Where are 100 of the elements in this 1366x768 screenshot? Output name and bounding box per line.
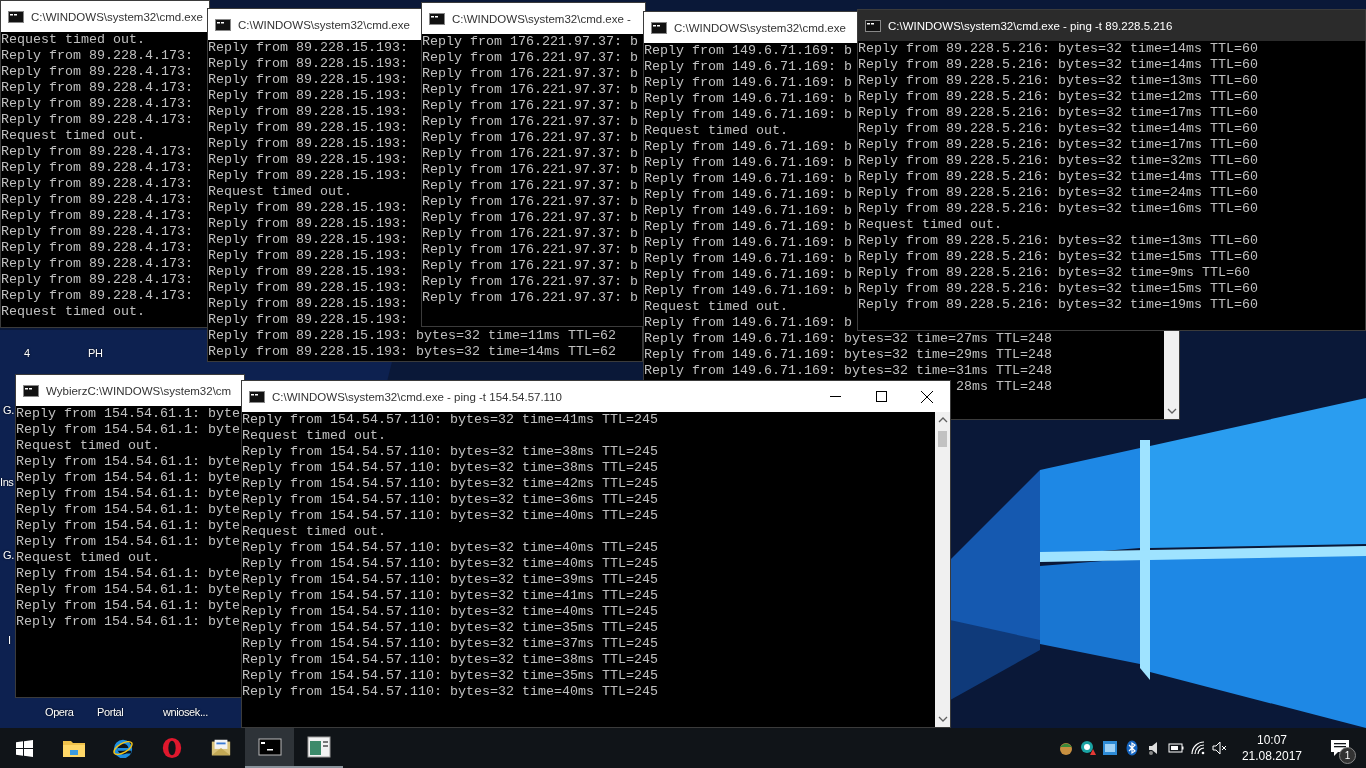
console-line: Reply from 176.221.97.37: b [422, 178, 638, 194]
console-line: Reply from 154.54.57.110: bytes=32 time=40ms TTL=245 [242, 684, 658, 700]
console-line: Reply from 89.228.4.173: [1, 96, 193, 112]
maximize-icon [875, 391, 887, 402]
console-line: Reply from 89.228.5.216: bytes=32 time=19ms TTL=60 [858, 297, 1258, 313]
console-line: Reply from 89.228.15.193: [208, 216, 408, 232]
scroll-down-icon[interactable] [1166, 408, 1177, 414]
console-line: Request timed out. [242, 524, 386, 540]
console-line: Reply from 154.54.57.110: bytes=32 time=38ms TTL=245 [242, 444, 658, 460]
console-line: Reply from 89.228.15.193: [208, 200, 408, 216]
console-line: Reply from 89.228.15.193: bytes=32 time=14ms TTL=62 [208, 344, 616, 360]
scrollbar[interactable] [1164, 331, 1179, 419]
console-line: Reply from 154.54.57.110: bytes=32 time=40ms TTL=245 [242, 604, 658, 620]
desktop-icon-label[interactable]: G. [3, 402, 14, 418]
app-tray-icon[interactable] [1101, 740, 1118, 756]
console-line: Reply from 176.221.97.37: b [422, 258, 638, 274]
notification-button[interactable]: 1 [1318, 728, 1362, 768]
console-line: Reply from 89.228.4.173: [1, 80, 193, 96]
console-line: Reply from 89.228.15.193: [208, 264, 408, 280]
console-line: Reply from 89.228.5.216: bytes=32 time=14ms TTL=60 [858, 41, 1258, 57]
console-line: Reply from 89.228.15.193: [208, 168, 408, 184]
console-line: Reply from 176.221.97.37: b [422, 34, 638, 50]
console-line: Reply from 154.54.61.1: byte [16, 502, 240, 518]
muted-speaker-icon[interactable] [1211, 740, 1228, 756]
console-line: Reply from 89.228.15.193: bytes=32 time=11ms TTL=62 [208, 328, 616, 344]
window-title: C:\WINDOWS\system32\cmd.exe [238, 18, 410, 31]
console-line: Reply from 149.6.71.169: b [644, 155, 852, 171]
console-line: Reply from 154.54.61.1: byte [16, 486, 240, 502]
console-icon [865, 19, 881, 32]
console-line: Reply from 89.228.15.193: [208, 56, 408, 72]
console-line: 28ms TTL=248 [956, 379, 1052, 395]
console-line: Reply from 154.54.61.1: byte [16, 598, 240, 614]
desktop-icon-label[interactable]: G. [3, 547, 14, 563]
console-line: Reply from 89.228.4.173: [1, 208, 193, 224]
console-line: Reply from 89.228.5.216: bytes=32 time=9ms TTL=60 [858, 265, 1250, 281]
desktop-icon-label[interactable]: Portal [97, 704, 124, 720]
console-line: Reply from 176.221.97.37: b [422, 130, 638, 146]
console-line: Reply from 149.6.71.169: b [644, 235, 852, 251]
notification-count: 1 [1339, 747, 1356, 764]
console-line: Reply from 154.54.57.110: bytes=32 time=40ms TTL=245 [242, 556, 658, 572]
desktop-icon-label[interactable]: Opera [45, 704, 74, 720]
console-line: Reply from 176.221.97.37: b [422, 50, 638, 66]
window-title: C:\WINDOWS\system32\cmd.exe - [452, 12, 631, 25]
window-title: C:\WINDOWS\system32\cmd.exe [674, 21, 846, 34]
console-icon [8, 10, 24, 23]
console-line: Reply from 89.228.5.216: bytes=32 time=14ms TTL=60 [858, 169, 1258, 185]
console-line: Reply from 149.6.71.169: b [644, 267, 852, 283]
console-line: Reply from 154.54.57.110: bytes=32 time=41ms TTL=245 [242, 588, 658, 604]
console-line: Reply from 89.228.5.216: bytes=32 time=14ms TTL=60 [858, 57, 1258, 73]
console-line: Request timed out. [208, 184, 352, 200]
console-line: Reply from 89.228.5.216: bytes=32 time=14ms TTL=60 [858, 121, 1258, 137]
console-line: Reply from 154.54.57.110: bytes=32 time=35ms TTL=245 [242, 668, 658, 684]
scrollbar-thumb[interactable] [938, 431, 947, 447]
console-line: Reply from 149.6.71.169: b [644, 187, 852, 203]
console-icon [651, 21, 667, 34]
desktop-icon-label[interactable]: 4 [24, 345, 30, 361]
console-line: Reply from 176.221.97.37: b [422, 194, 638, 210]
taskbar-app-button[interactable] [245, 728, 294, 768]
console-line: Reply from 176.221.97.37: b [422, 226, 638, 242]
console-line: Reply from 154.54.61.1: byte [16, 406, 240, 422]
clock-date: 21.08.2017 [1241, 748, 1302, 764]
console-line: Request timed out. [242, 428, 386, 444]
console-line: Reply from 154.54.61.1: byte [16, 470, 240, 486]
console-line: Reply from 89.228.15.193: [208, 136, 408, 152]
console-line: Reply from 154.54.61.1: byte [16, 422, 240, 438]
console-line: Reply from 149.6.71.169: b [644, 75, 852, 91]
desktop-icon-label[interactable]: wniosek... [163, 704, 208, 720]
console-line: Reply from 89.228.4.173: [1, 160, 193, 176]
console-line: Reply from 89.228.15.193: [208, 120, 408, 136]
console-line: Reply from 154.54.61.1: byte [16, 582, 240, 598]
desktop-icon-label[interactable]: I [8, 632, 11, 648]
wifi-icon[interactable] [1189, 740, 1206, 756]
console-line: Request timed out. [1, 304, 145, 320]
console-line: Reply from 89.228.4.173: [1, 64, 193, 80]
console-line: Reply from 154.54.57.110: bytes=32 time=38ms TTL=245 [242, 460, 658, 476]
console-line: Reply from 89.228.5.216: bytes=32 time=15ms TTL=60 [858, 281, 1258, 297]
console-line: Reply from 176.221.97.37: b [422, 290, 638, 306]
character-icon[interactable] [1057, 740, 1074, 756]
clock-time: 10:07 [1256, 732, 1287, 748]
desktop-icon-label[interactable]: Ins [0, 474, 14, 490]
antivirus-icon[interactable] [1079, 740, 1096, 756]
scroll-up-icon[interactable] [937, 417, 948, 423]
scroll-down-icon[interactable] [937, 716, 948, 722]
scrollbar[interactable] [935, 412, 950, 727]
console-line: Reply from 149.6.71.169: b [644, 219, 852, 235]
desktop-icon-label[interactable]: PH [88, 345, 103, 361]
window-title: C:\WINDOWS\system32\cmd.exe [31, 10, 203, 23]
console-line: Request timed out. [858, 217, 1002, 233]
console-line: Reply from 89.228.4.173: [1, 288, 193, 304]
clock[interactable]: 10:07 21.08.2017 [1241, 732, 1302, 764]
console-line: Reply from 89.228.5.216: bytes=32 time=17ms TTL=60 [858, 105, 1258, 121]
console-line: Reply from 89.228.5.216: bytes=32 time=17ms TTL=60 [858, 137, 1258, 153]
console-line: Reply from 149.6.71.169: b [644, 43, 852, 59]
console-line: Reply from 89.228.4.173: [1, 112, 193, 128]
console-line: Reply from 154.54.57.110: bytes=32 time=42ms TTL=245 [242, 476, 658, 492]
console-line: Reply from 89.228.15.193: [208, 88, 408, 104]
window-title: C:\WINDOWS\system32\cmd.exe - ping -t 89.228.5.216 [888, 19, 1173, 32]
console-line: Reply from 89.228.5.216: bytes=32 time=32ms TTL=60 [858, 153, 1258, 169]
console-line: Reply from 154.54.61.1: byte [16, 614, 240, 630]
battery-icon[interactable] [1167, 740, 1184, 756]
